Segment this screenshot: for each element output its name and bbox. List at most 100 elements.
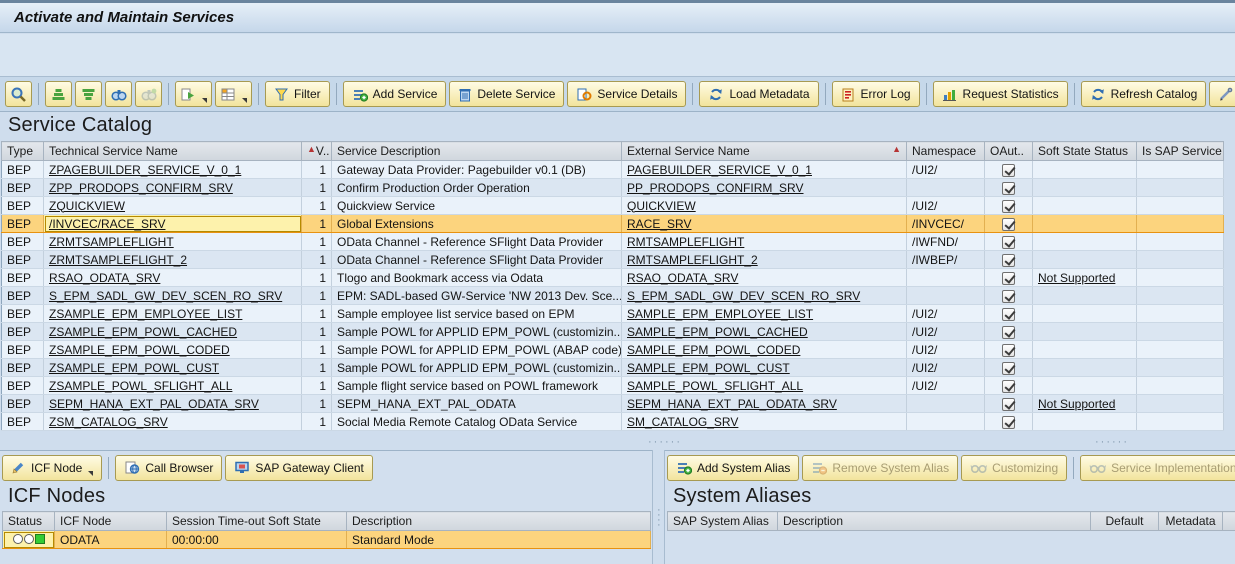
find-button[interactable] <box>105 81 132 107</box>
sort-descending-button[interactable] <box>75 81 102 107</box>
external-service-link[interactable]: SAMPLE_EPM_POWL_CUST <box>627 361 790 375</box>
remove-system-alias-button[interactable]: Remove System Alias <box>802 455 958 481</box>
column-header-status[interactable]: Status <box>3 512 55 531</box>
sort-ascending-button[interactable] <box>45 81 72 107</box>
gateway-client-button[interactable]: SAP Gateway Client <box>225 455 373 481</box>
external-service-link[interactable]: RSAO_ODATA_SRV <box>627 271 738 285</box>
external-service-link[interactable]: SAMPLE_EPM_POWL_CACHED <box>627 325 808 339</box>
external-service-link[interactable]: S_EPM_SADL_GW_DEV_SCEN_RO_SRV <box>627 289 860 303</box>
service-row[interactable]: BEP/INVCEC/RACE_SRV1Global ExtensionsRAC… <box>2 215 1224 233</box>
service-row[interactable]: BEPZPAGEBUILDER_SERVICE_V_0_11Gateway Da… <box>2 161 1224 179</box>
icf-node-button[interactable]: ICF Node <box>2 455 102 481</box>
external-service-link[interactable]: SAMPLE_POWL_SFLIGHT_ALL <box>627 379 803 393</box>
service-row[interactable]: BEPS_EPM_SADL_GW_DEV_SCEN_RO_SRV1EPM: SA… <box>2 287 1224 305</box>
column-header-type[interactable]: Type <box>2 142 44 161</box>
oauth-checkbox[interactable] <box>1002 362 1015 375</box>
column-header-icf-node[interactable]: ICF Node <box>55 512 167 531</box>
oauth-checkbox[interactable] <box>1002 254 1015 267</box>
column-header-default[interactable]: Default <box>1091 512 1159 531</box>
technical-service-link[interactable]: ZSAMPLE_EPM_POWL_CODED <box>49 343 230 357</box>
oauth-checkbox[interactable] <box>1002 308 1015 321</box>
splitter-grip[interactable]: ···· <box>657 508 661 528</box>
technical-service-link[interactable]: ZSAMPLE_EPM_POWL_CUST <box>49 361 219 375</box>
service-details-button[interactable]: Service Details <box>567 81 686 107</box>
service-row[interactable]: BEPZSAMPLE_EPM_EMPLOYEE_LIST1Sample empl… <box>2 305 1224 323</box>
oauth-checkbox[interactable] <box>1002 326 1015 339</box>
load-metadata-button[interactable]: Load Metadata <box>699 81 818 107</box>
oauth-checkbox[interactable] <box>1002 182 1015 195</box>
add-service-button[interactable]: Add Service <box>343 81 447 107</box>
service-row[interactable]: BEPZSM_CATALOG_SRV1Social Media Remote C… <box>2 413 1224 431</box>
soft-state-status-link[interactable]: Not Supported <box>1038 271 1115 285</box>
technical-service-link[interactable]: S_EPM_SADL_GW_DEV_SCEN_RO_SRV <box>49 289 282 303</box>
oauth-checkbox[interactable] <box>1002 290 1015 303</box>
column-header-description[interactable]: Description <box>347 512 651 531</box>
service-row[interactable]: BEPSEPM_HANA_EXT_PAL_ODATA_SRV1SEPM_HANA… <box>2 395 1224 413</box>
service-row[interactable]: BEPZSAMPLE_POWL_SFLIGHT_ALL1Sample fligh… <box>2 377 1224 395</box>
service-implementation-button[interactable]: Service Implementation <box>1080 455 1235 481</box>
technical-service-link[interactable]: ZRMTSAMPLEFLIGHT <box>49 235 174 249</box>
technical-service-link[interactable]: ZPAGEBUILDER_SERVICE_V_0_1 <box>49 163 241 177</box>
external-service-link[interactable]: SM_CATALOG_SRV <box>627 415 738 429</box>
column-header-technical-service-name[interactable]: Technical Service Name <box>44 142 302 161</box>
column-header-service-description[interactable]: Service Description <box>332 142 622 161</box>
oauth-checkbox[interactable] <box>1002 344 1015 357</box>
technical-service-link[interactable]: ZRMTSAMPLEFLIGHT_2 <box>49 253 187 267</box>
column-header-soft-state-status[interactable]: Soft State Status <box>1033 142 1137 161</box>
external-service-link[interactable]: QUICKVIEW <box>627 199 696 213</box>
splitter-grip[interactable]: ·········· <box>648 441 682 445</box>
external-service-link[interactable]: PP_PRODOPS_CONFIRM_SRV <box>627 181 804 195</box>
column-header-external-service-name[interactable]: External Service Name▲ <box>622 142 907 161</box>
technical-service-link[interactable]: /INVCEC/RACE_SRV <box>49 217 165 231</box>
external-service-link[interactable]: SAMPLE_EPM_EMPLOYEE_LIST <box>627 307 813 321</box>
oauth-checkbox[interactable] <box>1002 272 1015 285</box>
service-row[interactable]: BEPZSAMPLE_EPM_POWL_CUST1Sample POWL for… <box>2 359 1224 377</box>
service-row[interactable]: BEPZPP_PRODOPS_CONFIRM_SRV1Confirm Produ… <box>2 179 1224 197</box>
oauth-checkbox[interactable] <box>1002 416 1015 429</box>
error-log-button[interactable]: Error Log <box>832 81 920 107</box>
delete-service-button[interactable]: Delete Service <box>449 81 564 107</box>
service-row[interactable]: BEPRSAO_ODATA_SRV1Tlogo and Bookmark acc… <box>2 269 1224 287</box>
column-header-is-sap-service[interactable]: Is SAP Service <box>1137 142 1224 161</box>
horizontal-splitter[interactable]: ·········· ·········· <box>0 436 1235 450</box>
service-row[interactable]: BEPZRMTSAMPLEFLIGHT1OData Channel - Refe… <box>2 233 1224 251</box>
technical-service-link[interactable]: RSAO_ODATA_SRV <box>49 271 160 285</box>
service-row[interactable]: BEPZRMTSAMPLEFLIGHT_21OData Channel - Re… <box>2 251 1224 269</box>
find-next-button[interactable] <box>135 81 162 107</box>
service-row[interactable]: BEPZSAMPLE_EPM_POWL_CACHED1Sample POWL f… <box>2 323 1224 341</box>
oauth-checkbox[interactable] <box>1002 398 1015 411</box>
service-row[interactable]: BEPZSAMPLE_EPM_POWL_CODED1Sample POWL fo… <box>2 341 1224 359</box>
external-service-link[interactable]: SAMPLE_EPM_POWL_CODED <box>627 343 800 357</box>
technical-service-link[interactable]: ZSM_CATALOG_SRV <box>49 415 168 429</box>
column-header-session-timeout[interactable]: Session Time-out Soft State <box>167 512 347 531</box>
detail-display-button[interactable] <box>5 81 32 107</box>
column-header-metadata[interactable]: Metadata <box>1159 512 1223 531</box>
column-header-description[interactable]: Description <box>778 512 1091 531</box>
call-browser-button[interactable]: Call Browser <box>115 455 222 481</box>
external-service-link[interactable]: RMTSAMPLEFLIGHT <box>627 235 744 249</box>
oauth-checkbox[interactable] <box>1002 236 1015 249</box>
column-header-oauth[interactable]: OAut.. <box>985 142 1033 161</box>
splitter-grip[interactable]: ·········· <box>1095 441 1129 445</box>
filter-button[interactable]: Filter <box>265 81 330 107</box>
request-statistics-button[interactable]: Request Statistics <box>933 81 1068 107</box>
technical-service-link[interactable]: SEPM_HANA_EXT_PAL_ODATA_SRV <box>49 397 259 411</box>
oauth-checkbox[interactable] <box>1002 164 1015 177</box>
layout-button[interactable] <box>215 81 252 107</box>
external-service-link[interactable]: PAGEBUILDER_SERVICE_V_0_1 <box>627 163 812 177</box>
oauth-checkbox[interactable] <box>1002 200 1015 213</box>
vertical-splitter[interactable]: ···· <box>652 450 665 564</box>
technical-service-link[interactable]: ZSAMPLE_EPM_POWL_CACHED <box>49 325 237 339</box>
oauth-checkbox[interactable] <box>1002 380 1015 393</box>
column-header-version[interactable]: ▲V.. <box>302 142 332 161</box>
technical-service-link[interactable]: ZSAMPLE_POWL_SFLIGHT_ALL <box>49 379 232 393</box>
column-header-namespace[interactable]: Namespace <box>907 142 985 161</box>
service-row[interactable]: BEPZQUICKVIEW1Quickview ServiceQUICKVIEW… <box>2 197 1224 215</box>
soft-state-status-link[interactable]: Not Supported <box>1038 397 1115 411</box>
external-service-link[interactable]: RACE_SRV <box>627 217 691 231</box>
technical-service-link[interactable]: ZSAMPLE_EPM_EMPLOYEE_LIST <box>49 307 242 321</box>
column-header-sap-system-alias[interactable]: SAP System Alias <box>668 512 778 531</box>
oauth-checkbox[interactable] <box>1002 218 1015 231</box>
oauth-button[interactable]: OAuth <box>1209 81 1235 107</box>
customizing-button[interactable]: Customizing <box>961 455 1067 481</box>
